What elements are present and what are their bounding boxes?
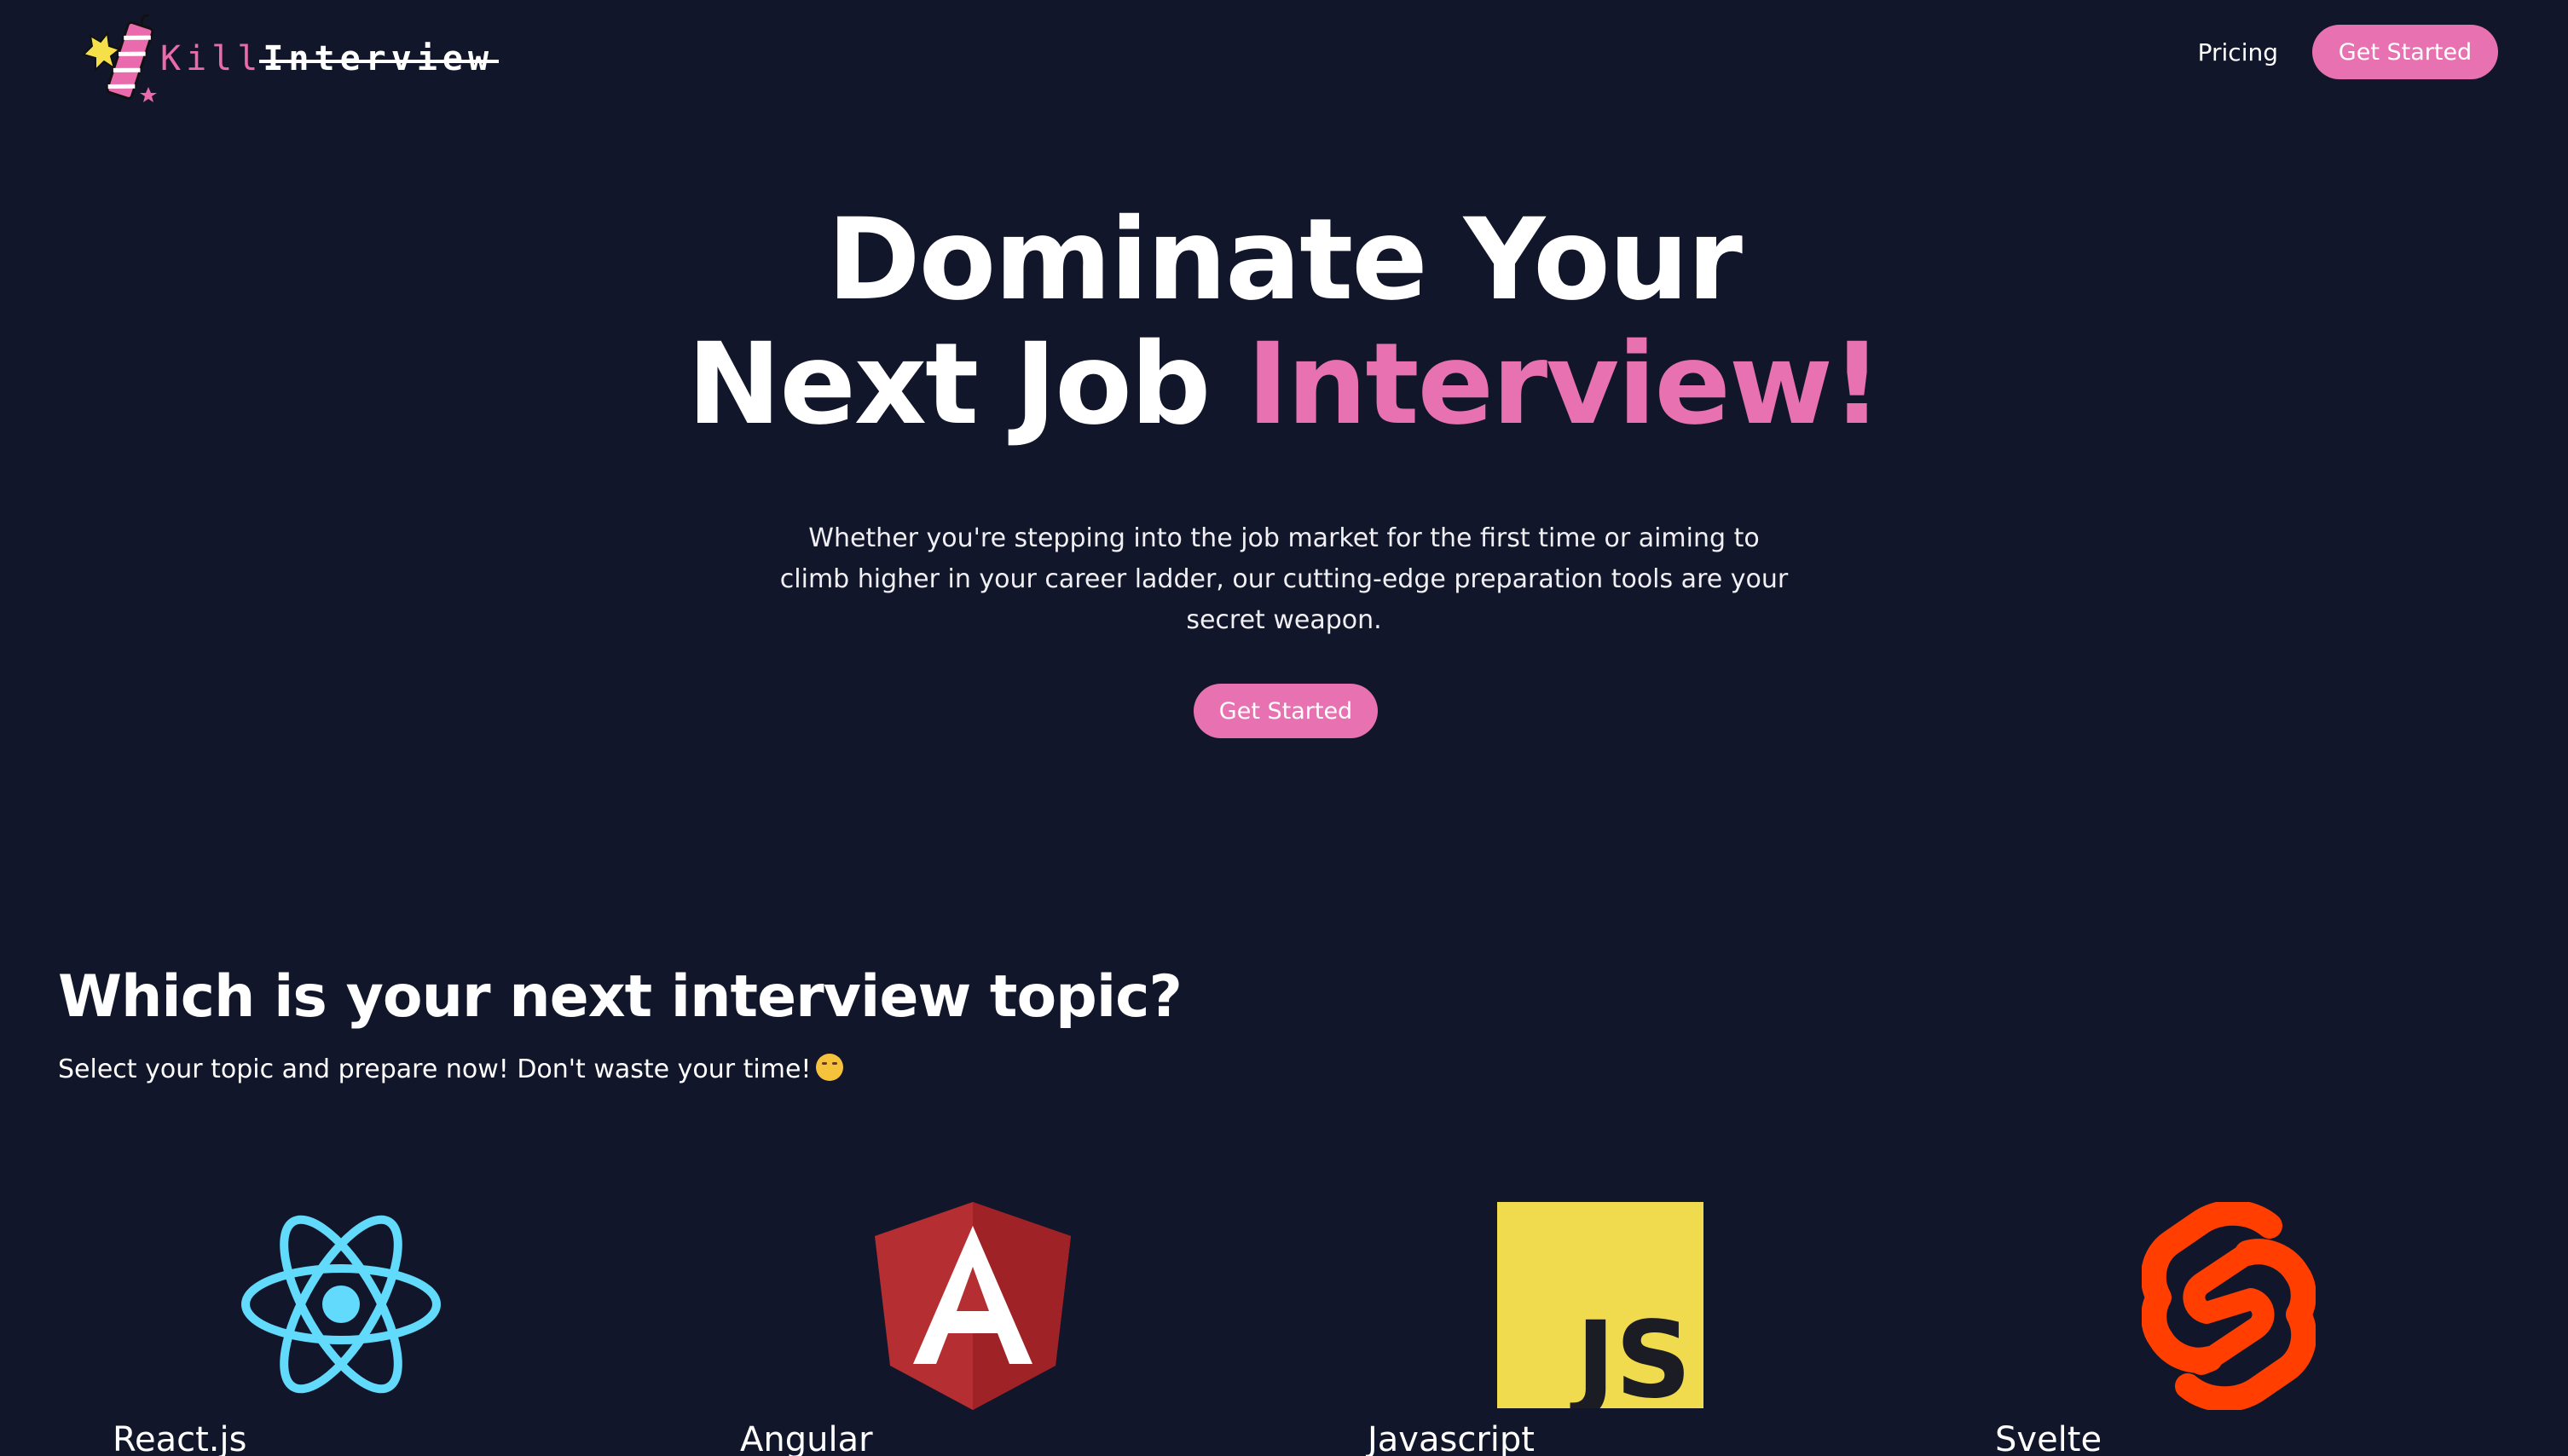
angular-icon (875, 1202, 1071, 1410)
face-emoji-icon (816, 1054, 844, 1081)
hero-subtitle: Whether you're stepping into the job mar… (779, 523, 1789, 635)
react-icon (241, 1215, 441, 1394)
logo-text: Kill Interview (160, 39, 499, 78)
hero-title: Dominate Your Next Job Interview! (0, 198, 2568, 447)
top-nav: Pricing Get Started (2198, 25, 2498, 79)
header-get-started-button[interactable]: Get Started (2312, 25, 2498, 79)
topic-label-angular: Angular (740, 1420, 873, 1456)
hero-get-started-button[interactable]: Get Started (1194, 684, 1378, 738)
topic-card-react[interactable]: React.js (113, 1192, 539, 1456)
topics-subtitle: Select your topic and prepare now! Don't… (58, 1054, 844, 1084)
javascript-icon: JS (1497, 1202, 1703, 1408)
topic-label-react: React.js (113, 1420, 247, 1456)
nav-pricing-link[interactable]: Pricing (2198, 38, 2278, 66)
topic-card-javascript[interactable]: JS Javascript (1368, 1192, 1794, 1456)
topic-card-svelte[interactable]: Svelte (1995, 1192, 2421, 1456)
logo-kill-text: Kill (160, 39, 263, 78)
topics-subtitle-text: Select your topic and prepare now! Don't… (58, 1054, 812, 1084)
logo[interactable]: Kill Interview (75, 12, 499, 106)
site-header: Kill Interview Pricing Get Started (0, 0, 2568, 111)
page: Kill Interview Pricing Get Started Domin… (0, 0, 2568, 1456)
topic-label-svelte: Svelte (1995, 1420, 2102, 1456)
topics-title: Which is your next interview topic? (58, 963, 1183, 1031)
svelte-icon (2142, 1202, 2316, 1410)
hero-title-line2: Next Job (686, 319, 1247, 450)
hero-title-line1: Dominate Your (827, 194, 1743, 326)
topic-label-javascript: Javascript (1368, 1420, 1535, 1456)
svg-text:JS: JS (1570, 1299, 1692, 1408)
topic-card-angular[interactable]: Angular (740, 1192, 1166, 1456)
logo-interview-text: Interview (259, 39, 499, 78)
logo-candle-icon (82, 14, 157, 102)
hero-title-accent: Interview! (1246, 319, 1883, 450)
